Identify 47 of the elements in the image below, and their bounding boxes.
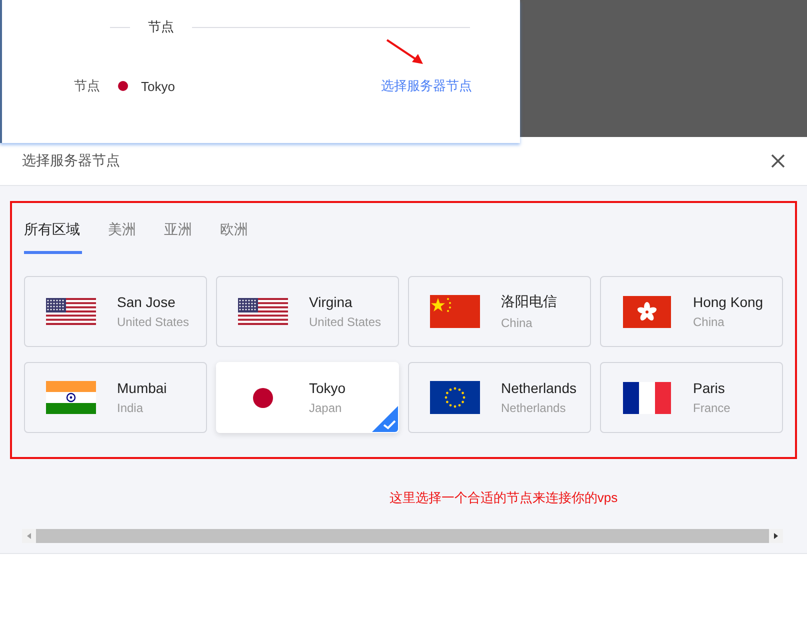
node-card[interactable]: Virgina United States: [216, 276, 399, 347]
flag-icon: [238, 298, 288, 325]
node-city: Hong Kong: [693, 294, 764, 310]
field-value: Tokyo: [141, 78, 175, 94]
flag-icon: [46, 298, 96, 325]
flag-icon: [623, 382, 671, 414]
flag-icon: [46, 381, 96, 414]
dialog-title: 选择服务器节点: [22, 152, 120, 170]
section-title: 节点: [148, 18, 174, 36]
node-country: India: [117, 401, 144, 415]
node-card[interactable]: San Jose United States: [24, 276, 207, 347]
flag-icon: [623, 296, 671, 328]
node-city: Tokyo: [309, 380, 346, 396]
region-tab[interactable]: 欧洲: [220, 217, 250, 254]
flag-icon: [253, 388, 273, 408]
flag-icon: [430, 295, 480, 328]
node-city: Mumbai: [117, 380, 167, 396]
node-card[interactable]: Paris France: [600, 362, 783, 433]
node-card[interactable]: Tokyo Japan: [216, 362, 399, 433]
node-city: Paris: [693, 380, 726, 396]
region-tab[interactable]: 亚洲: [164, 217, 194, 254]
node-country: United States: [117, 315, 190, 329]
node-country: China: [501, 316, 534, 330]
node-country: United States: [309, 315, 382, 329]
region-tab[interactable]: 所有区域: [24, 217, 82, 254]
selected-check-icon: [372, 406, 398, 432]
node-country: China: [693, 315, 726, 329]
annotation-note: 这里选择一个合适的节点来连接你的vps: [389, 489, 618, 507]
close-icon[interactable]: [771, 154, 785, 168]
node-city: Virgina: [309, 294, 354, 310]
flag-icon: [430, 381, 480, 414]
node-city: San Jose: [117, 294, 176, 310]
node-country: Japan: [309, 401, 343, 415]
node-country: France: [693, 401, 730, 415]
select-node-link[interactable]: 选择服务器节点: [381, 77, 472, 95]
node-city: 洛阳电信: [501, 293, 557, 311]
node-card[interactable]: Netherlands Netherlands: [408, 362, 591, 433]
annotation-arrow: [385, 38, 425, 66]
node-country: Netherlands: [501, 401, 567, 415]
node-card[interactable]: Mumbai India: [24, 362, 207, 433]
japan-flag-icon: [118, 81, 128, 91]
horizontal-scrollbar[interactable]: [22, 529, 783, 543]
field-label: 节点: [73, 77, 100, 95]
node-card[interactable]: 洛阳电信 China: [408, 276, 591, 347]
region-tab[interactable]: 美洲: [108, 217, 138, 254]
node-card[interactable]: Hong Kong China: [600, 276, 783, 347]
node-city: Netherlands: [501, 380, 576, 396]
